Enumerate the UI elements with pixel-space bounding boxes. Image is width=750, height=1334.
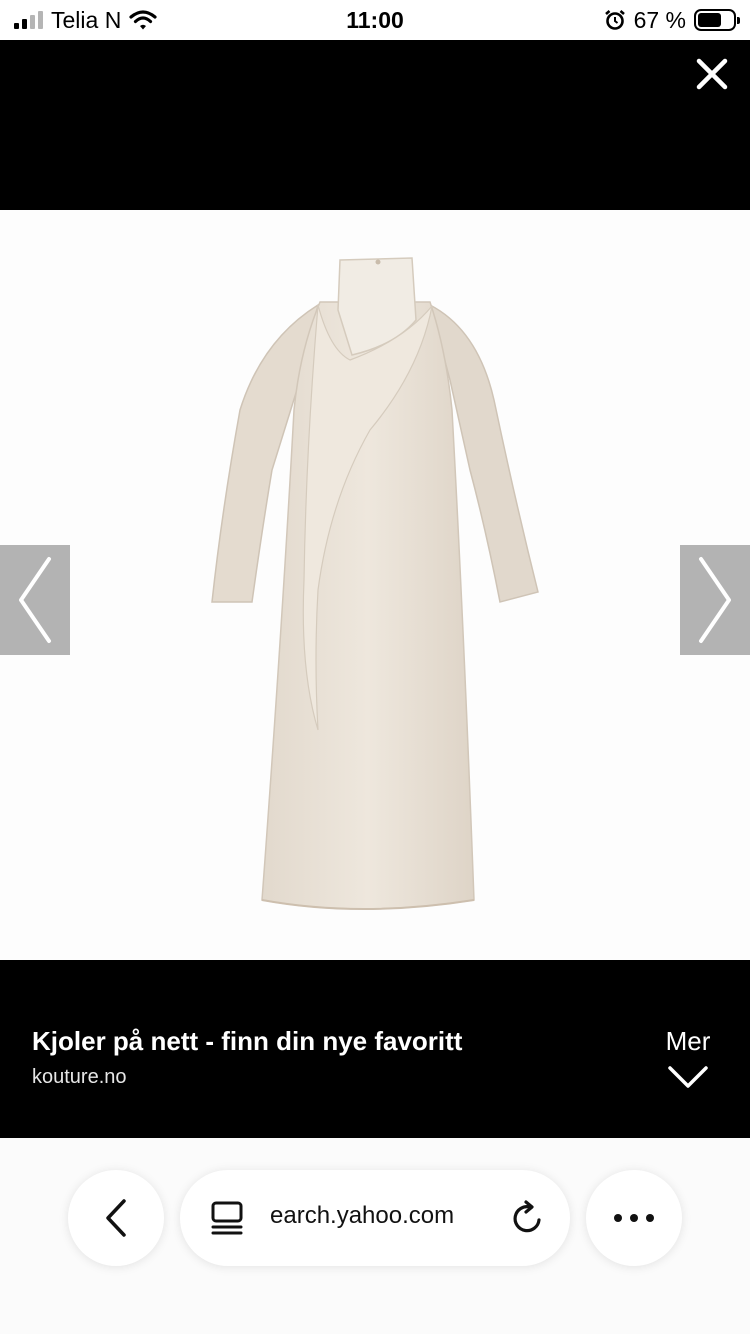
close-button[interactable] — [690, 52, 734, 96]
more-label: Mer — [665, 1026, 711, 1056]
reload-icon[interactable] — [508, 1198, 546, 1238]
close-icon — [696, 58, 728, 90]
back-button[interactable] — [68, 1170, 164, 1266]
battery-icon — [694, 9, 740, 31]
caption-title[interactable]: Kjoler på nett - finn din nye favoritt — [32, 1026, 462, 1057]
prev-image-button[interactable] — [0, 545, 70, 655]
more-menu-button[interactable] — [586, 1170, 682, 1266]
more-icon — [614, 1214, 654, 1222]
browser-toolbar: earch.yahoo.com — [0, 1138, 750, 1334]
battery-percent: 67 % — [633, 6, 686, 33]
tabs-icon — [211, 1201, 243, 1235]
image-viewer — [0, 210, 750, 960]
chevron-left-icon — [19, 557, 51, 643]
chevron-down-icon — [668, 1066, 708, 1088]
next-image-button[interactable] — [680, 545, 750, 655]
status-right: 67 % — [604, 6, 740, 34]
chevron-left-icon — [106, 1199, 126, 1237]
chevron-right-icon — [699, 557, 731, 643]
image-caption: Kjoler på nett - finn din nye favoritt k… — [0, 960, 750, 1138]
url-text: earch.yahoo.com — [270, 1202, 455, 1229]
dress-image — [211, 257, 539, 910]
battery-fill — [698, 13, 721, 27]
status-bar: Telia N 11:00 67 % — [0, 0, 750, 40]
address-bar[interactable]: earch.yahoo.com — [180, 1170, 570, 1266]
more-button[interactable]: Mer — [658, 1026, 718, 1089]
caption-source[interactable]: kouture.no — [32, 1066, 127, 1089]
alarm-icon — [604, 10, 625, 30]
